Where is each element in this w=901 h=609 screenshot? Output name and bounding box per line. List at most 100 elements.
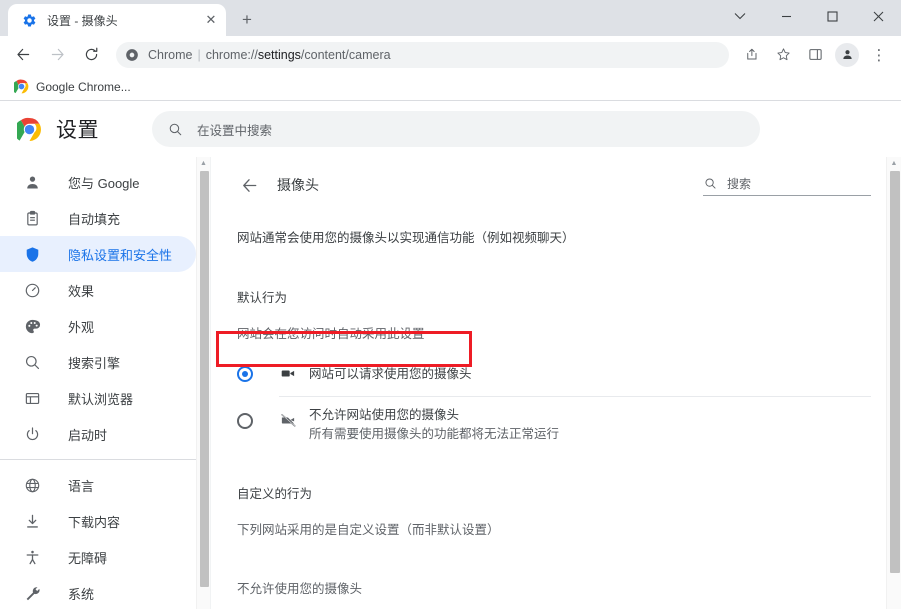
clipboard-icon — [22, 208, 42, 228]
sidebar-item-you-and-google[interactable]: 您与 Google — [0, 164, 196, 200]
default-behavior-options: 网站可以请求使用您的摄像头 不允许网站使用您的摄像头 所有需要使用摄像头的功能都… — [211, 352, 901, 443]
download-icon — [22, 511, 42, 531]
content-area: 您与 Google 自动填充 隐私设置和安全性 效果 外观 搜索引擎 默认浏览器… — [0, 157, 901, 609]
sidebar-item-label: 无障碍 — [68, 550, 108, 566]
wrench-icon — [22, 583, 42, 603]
sidebar-item-label: 隐私设置和安全性 — [68, 247, 173, 263]
toolbar-actions: ⋮ — [735, 41, 895, 69]
sidebar-item-default-browser[interactable]: 默认浏览器 — [0, 380, 196, 416]
browser-window-icon — [22, 388, 42, 408]
star-icon[interactable] — [769, 41, 797, 69]
browser-tab[interactable]: 设置 - 摄像头 ✕ — [8, 4, 226, 36]
default-behavior-subtext: 网站会在您访问时自动采用此设置 — [237, 326, 425, 341]
camera-off-icon — [279, 412, 297, 430]
security-label: Chrome — [148, 47, 193, 62]
bookmark-item[interactable]: Google Chrome... — [8, 76, 137, 98]
content-search-placeholder: 搜索 — [727, 176, 752, 191]
search-input[interactable]: 在设置中搜索 — [152, 111, 760, 147]
sidebar-item-label: 启动时 — [68, 427, 108, 443]
search-icon — [22, 352, 42, 372]
back-icon[interactable] — [237, 173, 261, 197]
blocked-list-heading: 不允许使用您的摄像头 — [237, 582, 363, 596]
camera-description: 网站通常会使用您的摄像头以实现通信功能（例如视频聊天） — [237, 231, 575, 245]
sidebar-item-performance[interactable]: 效果 — [0, 272, 196, 308]
url-suffix: /content/camera — [300, 47, 391, 62]
sidebar-item-label: 语言 — [68, 478, 95, 494]
back-icon[interactable] — [9, 41, 37, 69]
default-behavior-heading: 默认行为 — [237, 290, 288, 305]
close-icon[interactable]: ✕ — [202, 11, 220, 29]
sidebar-scrollbar-thumb[interactable] — [200, 171, 209, 587]
sidebar-item-languages[interactable]: 语言 — [0, 467, 196, 503]
person-icon — [22, 172, 42, 192]
radio-allow[interactable] — [237, 365, 253, 382]
maximize-icon[interactable] — [809, 0, 855, 32]
sidebar-item-accessibility[interactable]: 无障碍 — [0, 539, 196, 575]
palette-icon — [22, 316, 42, 336]
sidebar-item-downloads[interactable]: 下载内容 — [0, 503, 196, 539]
radio-block-texts: 不允许网站使用您的摄像头 所有需要使用摄像头的功能都将无法正常运行 — [309, 406, 559, 443]
tab-search-icon[interactable] — [717, 0, 763, 32]
radio-allow-texts: 网站可以请求使用您的摄像头 — [309, 365, 472, 383]
sidebar-item-label: 搜索引擎 — [68, 355, 121, 371]
omnibox-text: Chrome | chrome://settings/content/camera — [148, 48, 391, 62]
sidebar-item-search-engine[interactable]: 搜索引擎 — [0, 344, 196, 380]
content-search-input[interactable]: 搜索 — [703, 175, 871, 196]
url-bold: settings — [257, 47, 301, 62]
radio-option-block[interactable]: 不允许网站使用您的摄像头 所有需要使用摄像头的功能都将无法正常运行 — [211, 397, 901, 443]
sidebar-item-autofill[interactable]: 自动填充 — [0, 200, 196, 236]
sidebar-item-label: 外观 — [68, 319, 95, 335]
sidebar-item-label: 默认浏览器 — [68, 391, 134, 407]
sidebar: 您与 Google 自动填充 隐私设置和安全性 效果 外观 搜索引擎 默认浏览器… — [0, 157, 210, 609]
sidebar-item-privacy-and-security[interactable]: 隐私设置和安全性 — [0, 236, 196, 272]
sidebar-item-appearance[interactable]: 外观 — [0, 308, 196, 344]
menu-icon[interactable]: ⋮ — [865, 41, 893, 69]
page-title: 设置 — [56, 119, 99, 142]
minimize-icon[interactable] — [763, 0, 809, 32]
chrome-shield-icon — [124, 47, 140, 63]
share-icon[interactable] — [737, 41, 765, 69]
new-tab-button[interactable]: + — [233, 6, 261, 34]
sidebar-item-on-startup[interactable]: 启动时 — [0, 416, 196, 452]
sidebar-item-label: 您与 Google — [68, 175, 140, 191]
chrome-icon — [14, 79, 29, 94]
radio-block-label: 不允许网站使用您的摄像头 — [309, 407, 460, 422]
sidebar-item-label: 下载内容 — [68, 514, 121, 530]
gear-icon — [21, 12, 37, 28]
sidebar-item-label: 系统 — [68, 586, 95, 602]
side-panel-icon[interactable] — [801, 41, 829, 69]
window-controls — [717, 0, 901, 32]
page-scrollbar-thumb[interactable] — [890, 171, 900, 573]
browser-toolbar: Chrome | chrome://settings/content/camera — [0, 36, 901, 73]
avatar[interactable] — [835, 42, 859, 67]
subpage-header: 摄像头 搜索 — [211, 157, 901, 213]
close-window-icon[interactable] — [855, 0, 901, 32]
scroll-up-icon[interactable]: ▲ — [887, 157, 901, 170]
sidebar-scrollbar[interactable]: ▲ — [196, 157, 210, 609]
scroll-up-icon[interactable]: ▲ — [197, 157, 210, 170]
sidebar-item-label: 效果 — [68, 283, 95, 299]
custom-behavior-heading: 自定义的行为 — [237, 487, 313, 501]
sidebar-divider — [0, 459, 210, 460]
search-placeholder: 在设置中搜索 — [197, 123, 273, 138]
shield-icon — [22, 244, 42, 264]
reload-icon[interactable] — [77, 41, 105, 69]
radio-block[interactable] — [237, 412, 253, 429]
tab-strip: 设置 - 摄像头 ✕ + — [0, 0, 901, 36]
forward-icon[interactable] — [43, 41, 71, 69]
sidebar-item-system[interactable]: 系统 — [0, 575, 196, 609]
page-scrollbar[interactable]: ▲ — [886, 157, 901, 609]
radio-block-sublabel: 所有需要使用摄像头的功能都将无法正常运行 — [309, 426, 560, 441]
chrome-logo-icon — [16, 116, 42, 142]
accessibility-icon — [22, 547, 42, 567]
search-icon — [168, 122, 183, 137]
custom-behavior-subtext: 下列网站采用的是自定义设置（而非默认设置） — [237, 523, 500, 537]
address-bar[interactable]: Chrome | chrome://settings/content/camera — [116, 41, 729, 68]
radio-option-allow[interactable]: 网站可以请求使用您的摄像头 — [211, 352, 901, 396]
bookmark-bar: Google Chrome... — [0, 73, 901, 101]
omnibox-separator: | — [197, 47, 201, 62]
url-prefix: chrome:// — [205, 47, 258, 62]
tab-title: 设置 - 摄像头 — [47, 13, 118, 28]
settings-main-panel: 摄像头 搜索 网站通常会使用您的摄像头以实现通信功能（例如视频聊天） 默认行为 … — [210, 157, 901, 609]
search-icon — [703, 176, 717, 190]
